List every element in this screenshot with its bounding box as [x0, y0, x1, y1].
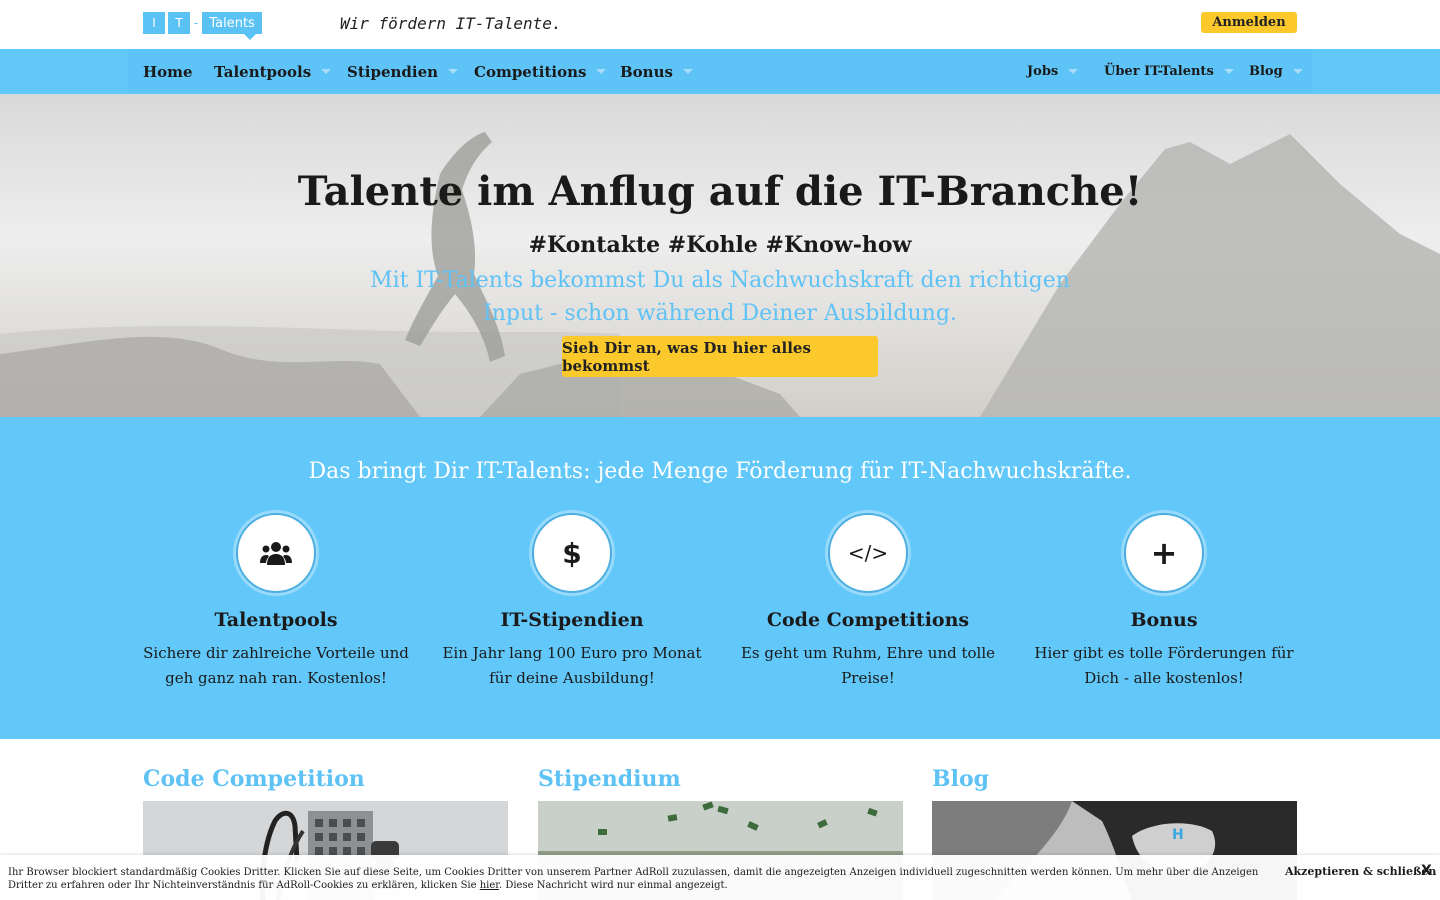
- cookie-link[interactable]: hier: [480, 880, 499, 891]
- nav-item-bonus[interactable]: Bonus: [620, 49, 693, 94]
- cookie-message: Ihr Browser blockiert standardmäßig Cook…: [8, 866, 1278, 892]
- dollar-icon: $: [532, 513, 612, 593]
- main-nav: Home Talentpools Stipendien Competitions…: [0, 49, 1440, 94]
- hero-title: Talente im Anflug auf die IT-Branche!: [297, 168, 1143, 215]
- caret-down-icon: [682, 69, 693, 74]
- nav-label: Blog: [1249, 64, 1283, 79]
- feature-card-stipendien[interactable]: $ IT-Stipendien Ein Jahr lang 100 Euro p…: [424, 513, 720, 691]
- column-title[interactable]: Blog: [932, 766, 1297, 792]
- nav-item-competitions[interactable]: Competitions: [474, 49, 607, 94]
- cookie-text-after: . Diese Nachricht wird nur einmal angeze…: [498, 880, 728, 891]
- column-title[interactable]: Stipendium: [538, 766, 903, 792]
- caret-down-icon: [596, 69, 607, 74]
- login-button[interactable]: Anmelden: [1201, 12, 1297, 33]
- nav-item-blog[interactable]: Blog: [1249, 49, 1303, 94]
- logo-dash: -: [194, 16, 199, 30]
- hero-subtitle: Mit IT-Talents bekommst Du als Nachwuchs…: [370, 268, 1070, 326]
- plus-icon: +: [1124, 513, 1204, 593]
- hero-cta-button[interactable]: Sieh Dir an, was Du hier alles bekommst: [562, 336, 878, 377]
- features-heading: Das bringt Dir IT-Talents: jede Menge Fö…: [308, 459, 1132, 484]
- feature-desc: Sichere dir zahlreiche Vorteile und geh …: [143, 644, 409, 687]
- svg-text:H: H: [1172, 827, 1184, 843]
- tagline: Wir fördern IT-Talente.: [340, 14, 562, 33]
- users-icon: [236, 513, 316, 593]
- hero-tags: #Kontakte #Kohle #Know-how: [528, 232, 912, 258]
- nav-item-about[interactable]: Über IT-Talents: [1104, 49, 1234, 94]
- nav-item-home[interactable]: Home: [143, 49, 193, 94]
- caret-down-icon: [1292, 69, 1303, 74]
- nav-item-stipendien[interactable]: Stipendien: [347, 49, 459, 94]
- code-icon: </>: [828, 513, 908, 593]
- site-logo[interactable]: I T - Talents: [143, 12, 262, 40]
- features-section: Das bringt Dir IT-Talents: jede Menge Fö…: [0, 417, 1440, 739]
- feature-card-competitions[interactable]: </> Code Competitions Es geht um Ruhm, E…: [720, 513, 1016, 691]
- column-title[interactable]: Code Competition: [143, 766, 508, 792]
- logo-letter-t: T: [168, 12, 190, 34]
- nav-label: Talentpools: [214, 62, 312, 81]
- feature-card-talentpools[interactable]: Talentpools Sichere dir zahlreiche Vorte…: [128, 513, 424, 691]
- cookie-banner: Ihr Browser blockiert standardmäßig Cook…: [0, 855, 1440, 900]
- feature-title: Code Competitions: [766, 609, 970, 631]
- feature-card-bonus[interactable]: + Bonus Hier gibt es tolle Förderungen f…: [1016, 513, 1312, 691]
- feature-desc: Ein Jahr lang 100 Euro pro Monat für dei…: [442, 644, 702, 687]
- feature-title: IT-Stipendien: [500, 609, 644, 631]
- nav-label: Bonus: [620, 62, 673, 81]
- nav-label: Home: [143, 62, 193, 81]
- cookie-accept-button[interactable]: Akzeptieren & schließen: [1285, 865, 1436, 878]
- top-bar: I T - Talents Wir fördern IT-Talente. An…: [0, 0, 1440, 49]
- caret-down-icon: [321, 69, 332, 74]
- caret-down-icon: [448, 69, 459, 74]
- nav-label: Jobs: [1027, 64, 1059, 79]
- nav-item-jobs[interactable]: Jobs: [1027, 49, 1079, 94]
- logo-word: Talents: [202, 12, 262, 40]
- feature-title: Talentpools: [214, 609, 338, 631]
- feature-title: Bonus: [1130, 609, 1198, 631]
- nav-label: Über IT-Talents: [1104, 64, 1214, 79]
- caret-down-icon: [1068, 69, 1079, 74]
- nav-label: Competitions: [474, 62, 587, 81]
- feature-desc: Hier gibt es tolle Förderungen für Dich …: [1034, 644, 1294, 687]
- logo-letter-i: I: [143, 12, 165, 34]
- nav-item-talentpools[interactable]: Talentpools: [214, 49, 332, 94]
- close-icon[interactable]: X: [1421, 863, 1432, 879]
- caret-down-icon: [1223, 69, 1234, 74]
- feature-desc: Es geht um Ruhm, Ehre und tolle Preise!: [740, 644, 996, 687]
- hero-section: Talente im Anflug auf die IT-Branche! #K…: [0, 94, 1440, 417]
- nav-label: Stipendien: [347, 62, 439, 81]
